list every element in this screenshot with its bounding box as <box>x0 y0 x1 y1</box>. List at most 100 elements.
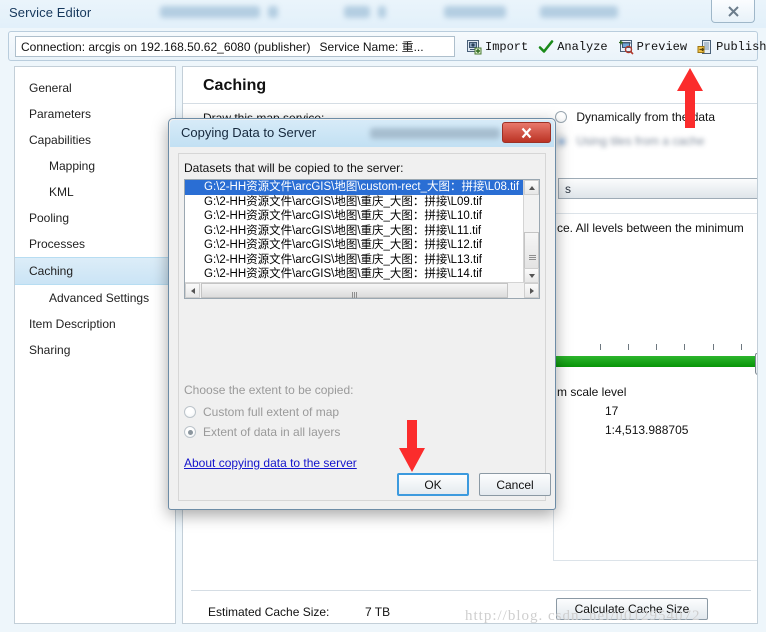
slider-thumb[interactable] <box>755 353 757 375</box>
max-scale-level-value: 17 <box>605 404 619 418</box>
scrollbar-grip-icon <box>351 288 359 298</box>
estimated-cache-size-label: Estimated Cache Size: <box>208 605 330 619</box>
window-close-button[interactable] <box>711 0 755 23</box>
dialog-titlebar-blurred-text <box>370 128 500 139</box>
triangle-left-icon <box>190 287 195 294</box>
preview-button[interactable]: Preview <box>616 38 689 56</box>
import-icon <box>467 40 482 55</box>
list-item[interactable]: G:\2-HH资源文件\arcGIS\地图\重庆_大图：拼接\L10.tif <box>185 209 524 224</box>
sidebar-item-label: Sharing <box>29 343 71 357</box>
sidebar-item-sharing[interactable]: Sharing <box>15 337 175 363</box>
page-title: Caching <box>203 77 267 94</box>
publish-button[interactable]: Publish <box>695 38 766 56</box>
sidebar-item-label: Mapping <box>49 159 96 173</box>
sidebar-item-advanced-settings[interactable]: Advanced Settings <box>15 285 175 311</box>
scale-levels-slider[interactable]: 19 <box>555 342 757 382</box>
datasets-horizontal-scrollbar[interactable] <box>185 282 539 298</box>
sidebar-item-general[interactable]: General <box>15 75 175 101</box>
scroll-right-button[interactable] <box>524 283 539 298</box>
ok-label: OK <box>424 477 442 492</box>
sidebar-item-processes[interactable]: Processes <box>15 231 175 257</box>
cancel-button[interactable]: Cancel <box>479 473 551 496</box>
checkmark-icon <box>538 40 554 53</box>
sidebar-item-capabilities[interactable]: Capabilities <box>15 127 175 153</box>
annotation-arrow-publish <box>673 66 707 130</box>
datasets-vertical-scrollbar[interactable] <box>523 180 539 283</box>
connection-info-field[interactable]: Connection: arcgis on 192.168.50.62_6080… <box>15 36 455 57</box>
radio-icon <box>184 406 196 418</box>
estimated-cache-size-value: 7 TB <box>365 605 391 619</box>
sidebar-item-label: General <box>29 81 72 95</box>
list-item[interactable]: G:\2-HH资源文件\arcGIS\地图\重庆_大图：拼接\L12.tif <box>185 238 524 253</box>
dialog-close-button[interactable] <box>502 122 551 143</box>
cancel-label: Cancel <box>496 477 534 492</box>
titlebar-blurred-text-3 <box>344 6 370 18</box>
titlebar-blurred-text-5 <box>444 6 506 18</box>
dialog-title: Copying Data to Server <box>181 125 317 140</box>
preview-label: Preview <box>636 40 688 54</box>
max-scale-level-label: m scale level <box>557 385 627 399</box>
scrollbar-grip-icon <box>529 255 536 260</box>
radio-using-tiles-from-cache[interactable]: Using tiles from a cache <box>555 134 704 148</box>
analyze-button[interactable]: Analyze <box>536 38 609 56</box>
datasets-label: Datasets that will be copied to the serv… <box>184 161 404 175</box>
sidebar-item-label: Advanced Settings <box>49 291 150 305</box>
radio-icon <box>184 426 196 438</box>
tiling-scheme-value: s <box>565 181 571 196</box>
scroll-up-button[interactable] <box>524 180 539 195</box>
titlebar-blurred-text-2 <box>268 6 278 18</box>
horizontal-scrollbar-thumb[interactable] <box>201 283 508 298</box>
down-arrow-annotation-icon <box>399 420 425 472</box>
radio-label: Using tiles from a cache <box>576 134 705 148</box>
sidebar-item-label: Processes <box>29 237 86 251</box>
sidebar-item-label: Pooling <box>29 211 70 225</box>
window-titlebar: Service Editor <box>0 0 766 28</box>
sidebar-item-label: Caching <box>29 264 74 278</box>
radio-custom-full-extent[interactable]: Custom full extent of map <box>184 405 339 419</box>
annotation-arrow-ok <box>396 418 428 474</box>
list-item[interactable]: G:\2-HH资源文件\arcGIS\地图\custom-rect_大图：拼接\… <box>185 180 524 195</box>
connection-text: Connection: arcgis on 192.168.50.62_6080… <box>21 39 311 54</box>
service-editor-window: Service Editor Connection: arcgis on 192… <box>0 0 766 632</box>
sidebar-item-label: Item Description <box>29 317 116 331</box>
list-item[interactable]: G:\2-HH资源文件\arcGIS\地图\重庆_大图：拼接\L09.tif <box>185 195 524 210</box>
sidebar-item-pooling[interactable]: Pooling <box>15 205 175 231</box>
about-copying-data-link[interactable]: About copying data to the server <box>184 456 357 470</box>
datasets-list[interactable]: G:\2-HH资源文件\arcGIS\地图\custom-rect_大图：拼接\… <box>184 179 540 299</box>
service-name-text: Service Name: 重... <box>319 40 424 54</box>
radio-label: Extent of data in all layers <box>203 425 341 439</box>
ok-button[interactable]: OK <box>397 473 469 496</box>
titlebar-blurred-text-1 <box>160 6 260 18</box>
list-item[interactable]: G:\2-HH资源文件\arcGIS\地图\重庆_大图：拼接\L13.tif <box>185 253 524 268</box>
radio-icon <box>555 111 567 123</box>
sidebar-item-label: Capabilities <box>29 133 92 147</box>
sidebar-item-item-description[interactable]: Item Description <box>15 311 175 337</box>
sidebar-item-label: Parameters <box>29 107 92 121</box>
extent-label: Choose the extent to be copied: <box>184 383 354 397</box>
sidebar-item-kml[interactable]: KML <box>15 179 175 205</box>
radio-extent-all-layers[interactable]: Extent of data in all layers <box>184 425 340 439</box>
dialog-titlebar: Copying Data to Server <box>170 120 554 147</box>
tiling-scheme-dropdown[interactable]: s <box>558 178 757 199</box>
scales-description: ce. All levels between the minimum <box>557 221 744 235</box>
settings-nav-panel: General Parameters Capabilities Mapping … <box>14 66 176 624</box>
close-icon <box>727 5 739 17</box>
sidebar-item-mapping[interactable]: Mapping <box>15 153 175 179</box>
slider-ticks <box>555 342 757 352</box>
window-title: Service Editor <box>9 5 92 20</box>
titlebar-blurred-text-4 <box>378 6 386 18</box>
preview-icon <box>618 40 634 55</box>
list-item[interactable]: G:\2-HH资源文件\arcGIS\地图\重庆_大图：拼接\L14.tif <box>185 267 524 282</box>
scroll-left-button[interactable] <box>185 283 200 298</box>
sidebar-item-caching[interactable]: Caching <box>15 257 175 285</box>
import-button[interactable]: Import <box>464 38 530 56</box>
list-item[interactable]: G:\2-HH资源文件\arcGIS\地图\重庆_大图：拼接\L11.tif <box>185 224 524 239</box>
analyze-label: Analyze <box>557 40 608 54</box>
slider-fill <box>555 356 757 367</box>
titlebar-blurred-text-6 <box>540 6 618 18</box>
connection-toolbar: Connection: arcgis on 192.168.50.62_6080… <box>8 31 766 61</box>
radio-label: Custom full extent of map <box>203 405 340 419</box>
toolbar-actions: Import Analyze Preview Publish <box>464 35 766 59</box>
scroll-down-button[interactable] <box>524 268 539 283</box>
sidebar-item-parameters[interactable]: Parameters <box>15 101 175 127</box>
